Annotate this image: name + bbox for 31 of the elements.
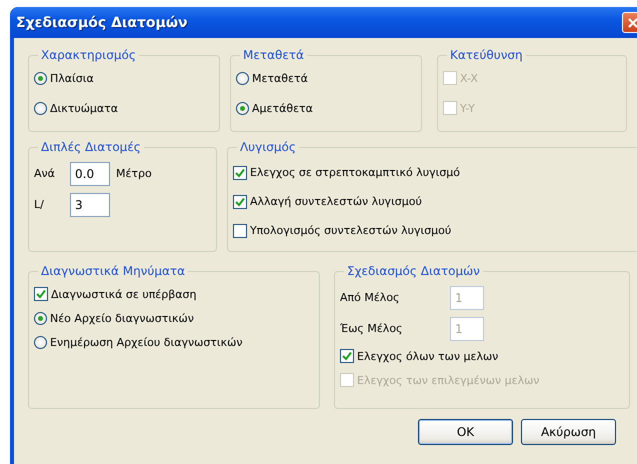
group-title: Σχεδιασμός Διατομών: [346, 264, 481, 278]
dialog-button[interactable]: Ακύρωση: [521, 419, 616, 445]
group-title: Μεταθετά: [242, 48, 305, 62]
unit-label: Μέτρο: [116, 167, 152, 180]
radio-label: Δικτυώματα: [50, 102, 118, 114]
group-title: Λυγισμός: [238, 140, 297, 154]
radio-label: Αμετάθετα: [252, 102, 313, 114]
group-title: Κατεύθυνση: [449, 48, 524, 62]
group-title: Διπλές Διατομές: [40, 140, 142, 154]
radio-label: Μεταθετά: [252, 72, 308, 84]
input-field[interactable]: 3: [70, 192, 110, 216]
checkbox-label: Y-Y: [460, 102, 475, 114]
dialog-button[interactable]: OK: [418, 419, 513, 445]
input-field[interactable]: 0.0: [70, 162, 110, 186]
checkbox-label: Ελεγχος σε στρεπτοκαμπτικό λυγισμό: [250, 166, 460, 179]
radio-label: Νέο Αρχείο διαγνωστικών: [50, 312, 194, 324]
field-label: Έως Μέλος: [340, 322, 404, 335]
checkbox-label: X-X: [460, 72, 478, 84]
checkbox-label: Αλλαγή συντελεστών λυγισμού: [250, 195, 422, 208]
radio-label: Πλαίσια: [50, 72, 94, 84]
radio-label: Ενημέρωση Αρχείου διαγνωστικών: [50, 336, 242, 348]
group-title: Διαγνωστικά Μηνύματα: [40, 264, 186, 278]
group-title: Χαρακτηρισμός: [40, 48, 137, 62]
window-title: Σχεδιασμός Διατομών: [16, 14, 188, 30]
field-label: L/: [34, 198, 45, 211]
checkbox-label: Υπολογισμός συντελεστών λυγισμού: [250, 224, 452, 237]
field-label: Ανά: [34, 167, 56, 180]
field-label: Από Μέλος: [340, 291, 401, 304]
checkbox-label: Ελεγχος όλων των μελων: [357, 350, 498, 362]
checkbox-label: Διαγνωστικά σε υπέρβαση: [51, 288, 196, 300]
checkbox-label: Ελεγχος των επιλεγμένων μελων: [357, 374, 540, 386]
